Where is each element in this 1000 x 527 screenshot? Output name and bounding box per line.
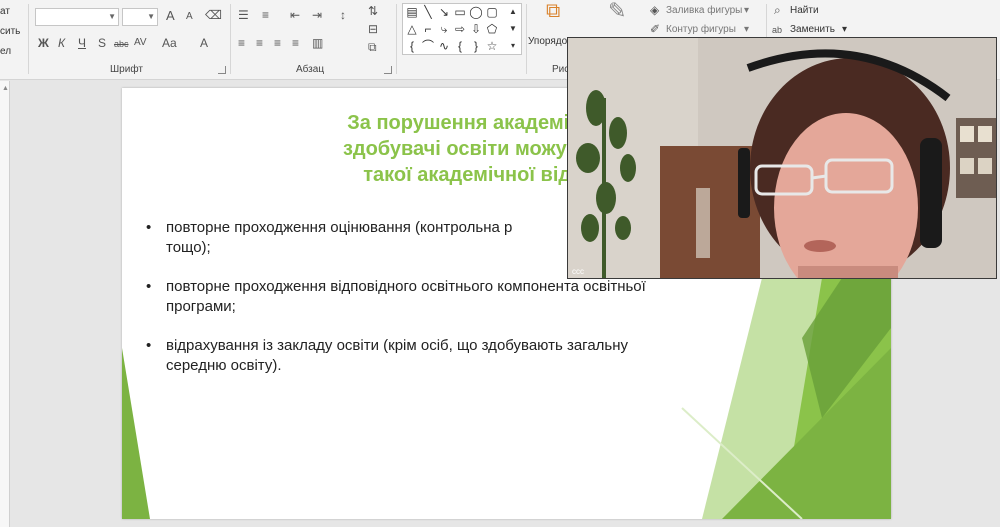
replace-button[interactable]: Заменить <box>790 24 835 35</box>
rectangle-shape-icon[interactable]: ▭ <box>453 5 467 19</box>
bullet-item[interactable]: • відрахування із закладу освіти (крім о… <box>146 336 766 376</box>
char-spacing-button[interactable]: AV <box>134 36 147 50</box>
change-case-button[interactable]: Aa <box>162 36 177 50</box>
ribbon-left-label-1[interactable]: ат <box>0 6 10 17</box>
paint-bucket-icon[interactable]: ◈ <box>650 3 659 17</box>
down-arrow-shape-icon[interactable]: ⇩ <box>469 22 483 36</box>
right-arrow-shape-icon[interactable]: ⇨ <box>453 22 467 36</box>
font-dialog-launcher[interactable] <box>218 66 226 74</box>
ribbon-left-label-3[interactable]: ел <box>0 46 11 57</box>
shrink-font-button[interactable]: A <box>186 10 193 24</box>
gallery-down-icon[interactable]: ▼ <box>506 22 520 36</box>
gallery-more-icon[interactable]: ▾ <box>506 39 520 53</box>
participant-name-label: ссс <box>572 267 584 276</box>
bullet-text: середню освіту). <box>166 357 282 374</box>
right-brace-shape-icon[interactable]: } <box>469 39 483 53</box>
arrange-icon[interactable]: ⧉ <box>546 1 560 21</box>
smartart-icon[interactable]: ⧉ <box>368 40 377 54</box>
bullet-text: відрахування із закладу освіти (крім осі… <box>166 337 629 354</box>
flowchart-shape-icon[interactable]: ⬠ <box>485 22 499 36</box>
bold-button[interactable]: Ж <box>38 36 49 50</box>
gallery-up-icon[interactable]: ▲ <box>506 5 520 19</box>
star-shape-icon[interactable]: ☆ <box>485 39 499 53</box>
font-group-label: Шрифт <box>110 64 143 75</box>
align-text-icon[interactable]: ⊟ <box>368 22 378 36</box>
triangle-shape-icon[interactable]: △ <box>405 22 419 36</box>
bullets-icon[interactable]: ☰ <box>238 8 249 22</box>
curve-shape-icon[interactable]: ∿ <box>437 39 451 53</box>
text-box-shape-icon[interactable]: ▤ <box>405 5 419 19</box>
chevron-down-icon: ▼ <box>108 12 116 21</box>
align-right-icon[interactable]: ≡ <box>274 36 281 50</box>
font-color-button[interactable]: A <box>200 36 208 50</box>
align-left-icon[interactable]: ≡ <box>238 36 245 50</box>
participant-video <box>568 38 996 278</box>
font-size-combo[interactable]: ▼ <box>122 8 158 26</box>
bullet-item[interactable]: • повторне проходження відповідного осві… <box>146 277 766 317</box>
underline-button[interactable]: Ч <box>78 36 86 50</box>
video-call-window[interactable]: ссс <box>567 37 997 279</box>
ribbon-left-label-2[interactable]: сить <box>0 26 20 37</box>
paragraph-dialog-launcher[interactable] <box>384 66 392 74</box>
left-brace-shape-icon[interactable]: { <box>453 39 467 53</box>
brace-shape-icon[interactable]: { <box>405 39 419 53</box>
bullet-text: повторне проходження відповідного освітн… <box>166 278 646 295</box>
font-name-combo[interactable]: ▼ <box>35 8 119 26</box>
group-separator <box>28 4 29 74</box>
oval-shape-icon[interactable]: ◯ <box>469 5 483 19</box>
decrease-indent-icon[interactable]: ⇤ <box>290 8 300 22</box>
find-button[interactable]: Найти <box>790 5 819 16</box>
bullet-dot: • <box>146 278 152 295</box>
grow-font-button[interactable]: A <box>166 9 175 23</box>
pencil-icon[interactable]: ✐ <box>650 22 660 36</box>
clear-format-icon[interactable]: ⌫ <box>205 8 222 22</box>
chevron-down-icon[interactable]: ▾ <box>744 24 749 35</box>
rounded-rect-shape-icon[interactable]: ▢ <box>485 5 499 19</box>
slide-thumbnail-pane[interactable]: ▲ <box>0 81 10 527</box>
elbow-connector-shape-icon[interactable]: ⌐ <box>421 22 435 36</box>
mouth <box>804 240 836 252</box>
numbering-icon[interactable]: ≡ <box>262 8 269 22</box>
columns-icon[interactable]: ▥ <box>312 36 323 50</box>
align-center-icon[interactable]: ≡ <box>256 36 263 50</box>
italic-button[interactable]: К <box>58 36 65 50</box>
group-separator <box>230 4 231 74</box>
shapes-gallery[interactable]: ▤ ╲ ↘ ▭ ◯ ▢ △ ⌐ ⤷ ⇨ ⇩ ⬠ { ⌒ ∿ { } ☆ ▲ ▼ … <box>402 3 522 55</box>
justify-icon[interactable]: ≡ <box>292 36 299 50</box>
increase-indent-icon[interactable]: ⇥ <box>312 8 322 22</box>
group-separator <box>526 4 527 74</box>
chevron-down-icon[interactable]: ▾ <box>842 24 847 35</box>
bullet-text: програми; <box>166 298 236 315</box>
bullet-dot: • <box>146 337 152 354</box>
left-green-shape <box>122 348 150 519</box>
arc-shape-icon[interactable]: ⌒ <box>421 39 435 53</box>
shape-fill-button[interactable]: Заливка фигуры <box>666 5 742 16</box>
line-spacing-icon[interactable]: ↕ <box>340 8 346 22</box>
replace-icon[interactable]: ab <box>772 23 782 37</box>
chevron-down-icon: ▼ <box>147 12 155 21</box>
arrow-shape-icon[interactable]: ↘ <box>437 5 451 19</box>
group-separator <box>396 4 397 74</box>
quick-styles-icon[interactable]: ✎ <box>608 0 626 22</box>
paragraph-group-label: Абзац <box>296 64 325 75</box>
collapse-pane-icon[interactable]: ▲ <box>2 85 9 92</box>
bullet-dot: • <box>146 219 152 236</box>
line-shape-icon[interactable]: ╲ <box>421 5 435 19</box>
strikethrough-button[interactable]: abc <box>114 37 129 51</box>
shadow-button[interactable]: S <box>98 36 106 50</box>
text-direction-icon[interactable]: ⇅ <box>368 4 378 18</box>
curved-connector-shape-icon[interactable]: ⤷ <box>437 22 451 36</box>
shape-outline-button[interactable]: Контур фигуры <box>666 24 736 35</box>
chevron-down-icon[interactable]: ▾ <box>744 5 749 16</box>
arrange-button[interactable]: Упорядо <box>528 36 567 47</box>
search-icon[interactable]: ⌕ <box>774 3 781 17</box>
